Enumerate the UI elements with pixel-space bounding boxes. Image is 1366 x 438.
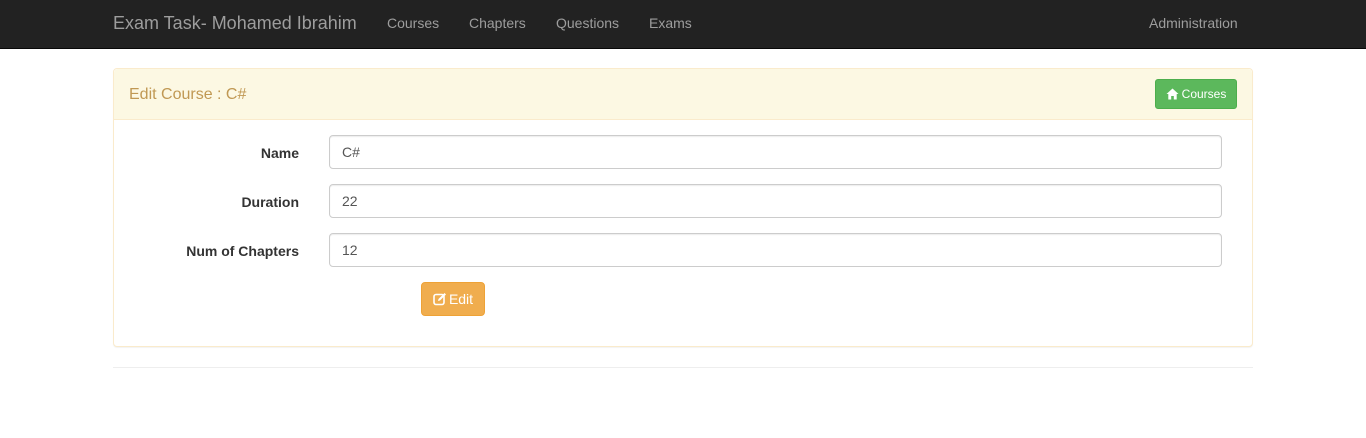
nav-link-chapters[interactable]: Chapters	[469, 15, 526, 31]
duration-label: Duration	[241, 194, 299, 210]
edit-course-panel: Edit Course : C# Courses Name Duration N…	[113, 68, 1253, 347]
top-navbar: Exam Task- Mohamed Ibrahim Courses Chapt…	[0, 0, 1366, 49]
divider	[113, 367, 1253, 368]
navbar-brand[interactable]: Exam Task- Mohamed Ibrahim	[113, 13, 357, 34]
nav-link-exams[interactable]: Exams	[649, 15, 692, 31]
edit-icon	[433, 292, 447, 306]
num-of-chapters-input[interactable]	[329, 233, 1222, 267]
num-of-chapters-label: Num of Chapters	[186, 243, 299, 259]
panel-title: Edit Course : C#	[129, 86, 247, 103]
duration-input[interactable]	[329, 184, 1222, 218]
edit-button[interactable]: Edit	[421, 282, 485, 316]
edit-button-label: Edit	[448, 291, 474, 307]
nav-link-courses[interactable]: Courses	[387, 15, 439, 31]
nav-link-questions[interactable]: Questions	[556, 15, 619, 31]
courses-button[interactable]: Courses	[1155, 79, 1237, 109]
home-icon	[1166, 88, 1179, 100]
panel-heading: Edit Course : C# Courses	[114, 69, 1252, 120]
name-input[interactable]	[329, 135, 1222, 169]
courses-button-label: Courses	[1181, 87, 1227, 101]
nav-link-administration[interactable]: Administration	[1149, 15, 1238, 31]
name-label: Name	[260, 145, 299, 161]
